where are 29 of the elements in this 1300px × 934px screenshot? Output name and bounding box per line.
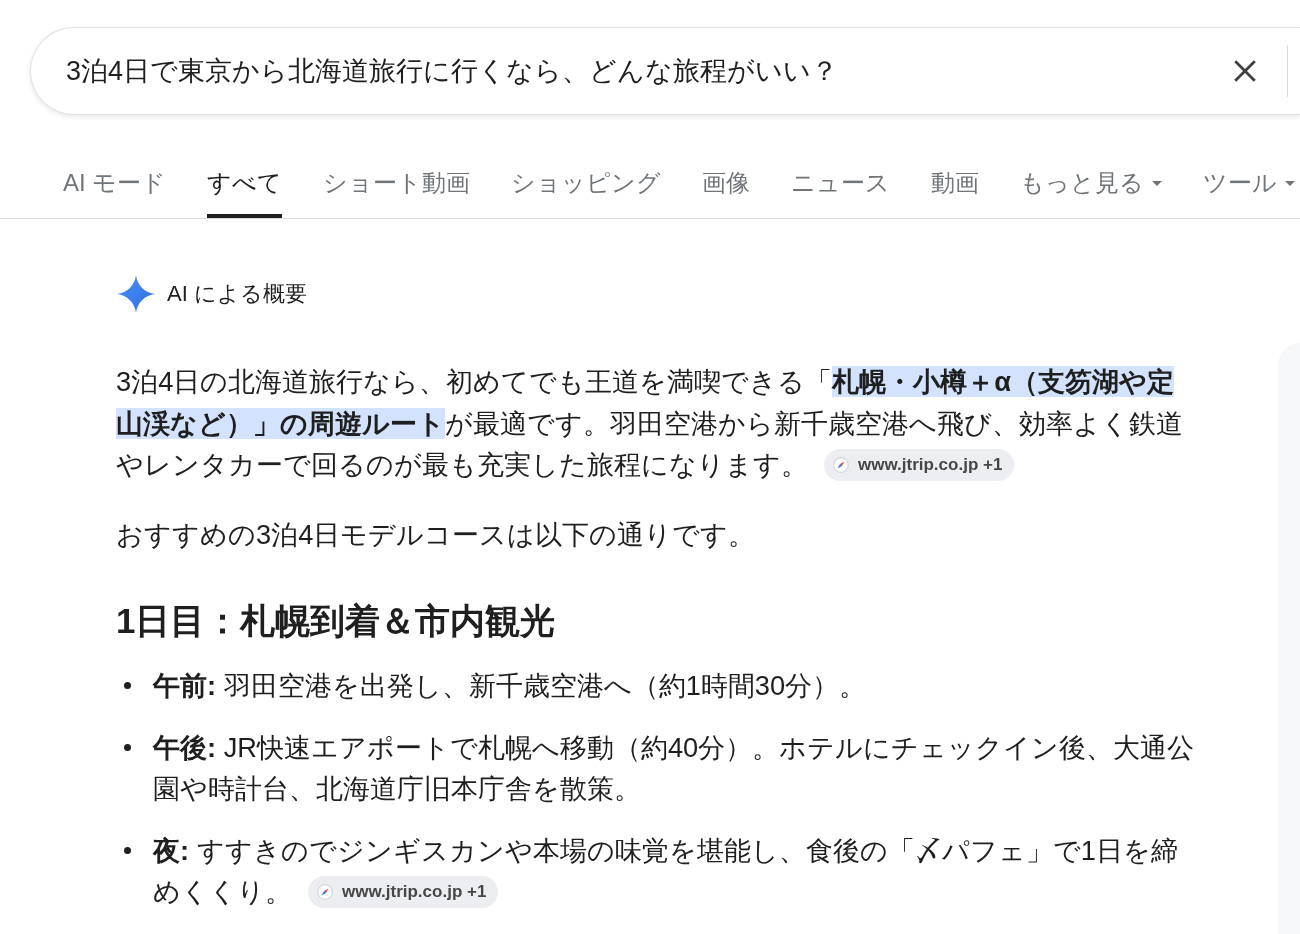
search-tab[interactable]: もっと見る [1020,150,1163,218]
bullet-icon [124,743,131,751]
search-input[interactable]: 3泊4日で東京から北海道旅行に行くなら、どんな旅程がいい？ [66,51,1225,91]
compass-icon [317,883,333,900]
compass-icon [833,456,849,473]
caret-icon [1152,180,1163,186]
close-icon [1232,58,1258,84]
day-heading: 1日目：札幌到着＆市内観光 [116,600,557,642]
overview-title: AI による概要 [167,280,307,308]
citation-link[interactable]: www.jtrip.co.jp +1 [308,875,499,908]
search-tab[interactable]: ニュース [791,150,891,218]
list-item-text: 午後: JR快速エアポートで札幌へ移動（約40分）。ホテルにチェックイン後、大通公園や時計台、北海道庁旧本庁舎を散策。 [153,730,1196,806]
search-tab[interactable]: ツール [1203,150,1296,218]
search-tab[interactable]: 動画 [931,150,980,218]
search-tab[interactable]: すべて [207,150,283,218]
caret-icon [1285,180,1296,186]
search-field[interactable]: 3泊4日で東京から北海道旅行に行くなら、どんな旅程がいい？ [30,27,1300,115]
search-tab[interactable]: 画像 [702,150,751,218]
bullet-icon [124,846,131,854]
search-tab[interactable]: AI モード [63,150,167,218]
list-item-text: 午前: 羽田空港を出発し、新千歳空港へ（約1時間30分）。 [153,669,868,703]
overview-paragraph: 3泊4日の北海道旅行なら、初めてでも王道を満喫できる「札幌・小樽＋α（支笏湖や定山渓など）」の周遊ルートが最適です。羽田空港から新千歳空港へ飛び、効率よく鉄道やレンタカーで回るのが最も充実した旅程になります。 www.jtrip.co.jp +1 [116,365,1184,483]
search-tab[interactable]: ショッピング [511,150,662,218]
list-item-text: 夜: すすきのでジンギスカンや本場の味覚を堪能し、食後の「〆パフェ」で1日を締めくくり。 www.jtrip.co.jp +1 [153,833,1179,910]
sparkle-icon [117,275,155,313]
search-tab[interactable]: ショート動画 [323,150,471,218]
bullet-icon [124,682,131,689]
overview-paragraph: おすすめの3泊4日モデルコースは以下の通りです。 [116,517,757,552]
citation-link[interactable]: www.jtrip.co.jp +1 [824,448,1015,481]
